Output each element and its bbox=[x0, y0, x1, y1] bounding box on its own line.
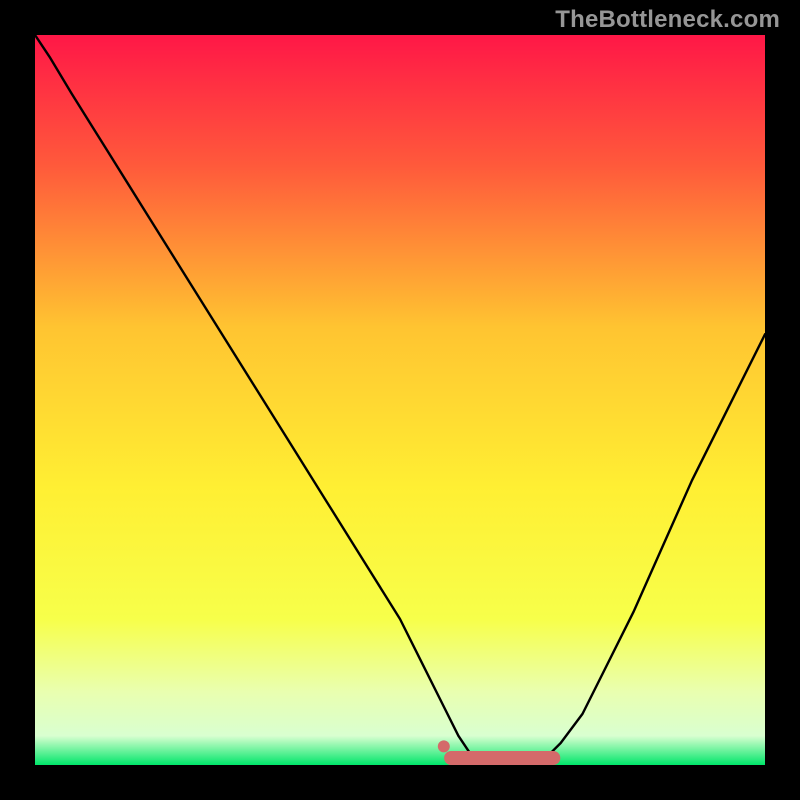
gradient-background bbox=[35, 35, 765, 765]
chart-svg bbox=[35, 35, 765, 765]
chart-plot-area bbox=[35, 35, 765, 765]
watermark-text: TheBottleneck.com bbox=[555, 6, 780, 34]
marker-dot bbox=[438, 740, 450, 752]
chart-frame: TheBottleneck.com bbox=[0, 0, 800, 800]
